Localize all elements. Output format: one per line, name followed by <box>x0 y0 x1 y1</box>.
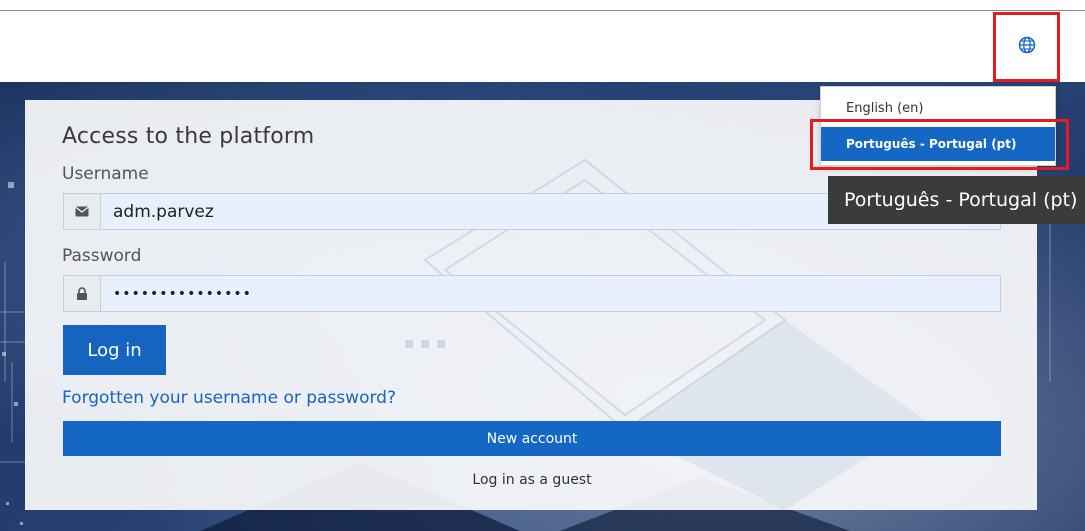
guest-login-link[interactable]: Log in as a guest <box>63 472 1001 488</box>
forgot-password-link[interactable]: Forgotten your username or password? <box>62 388 396 408</box>
new-account-button[interactable]: New account <box>63 421 1001 456</box>
login-title: Access to the platform <box>62 124 315 149</box>
envelope-icon <box>63 193 100 230</box>
language-option-pt[interactable]: Português - Portugal (pt) <box>821 127 1055 161</box>
lock-icon <box>63 275 100 312</box>
top-divider <box>0 10 1085 11</box>
page: Access to the platform Username adm.parv… <box>0 0 1085 531</box>
login-button[interactable]: Log in <box>63 325 166 375</box>
username-label: Username <box>62 164 149 184</box>
globe-icon <box>1018 36 1036 54</box>
language-dropdown-menu: English (en) Português - Portugal (pt) <box>820 86 1056 166</box>
password-input-group: ••••••••••••••• <box>63 275 1001 312</box>
language-selector-button[interactable] <box>1016 34 1038 56</box>
language-tooltip: Português - Portugal (pt) <box>828 176 1085 224</box>
password-label: Password <box>62 246 142 266</box>
language-option-en[interactable]: English (en) <box>821 91 1055 125</box>
password-input[interactable]: ••••••••••••••• <box>100 275 1001 312</box>
